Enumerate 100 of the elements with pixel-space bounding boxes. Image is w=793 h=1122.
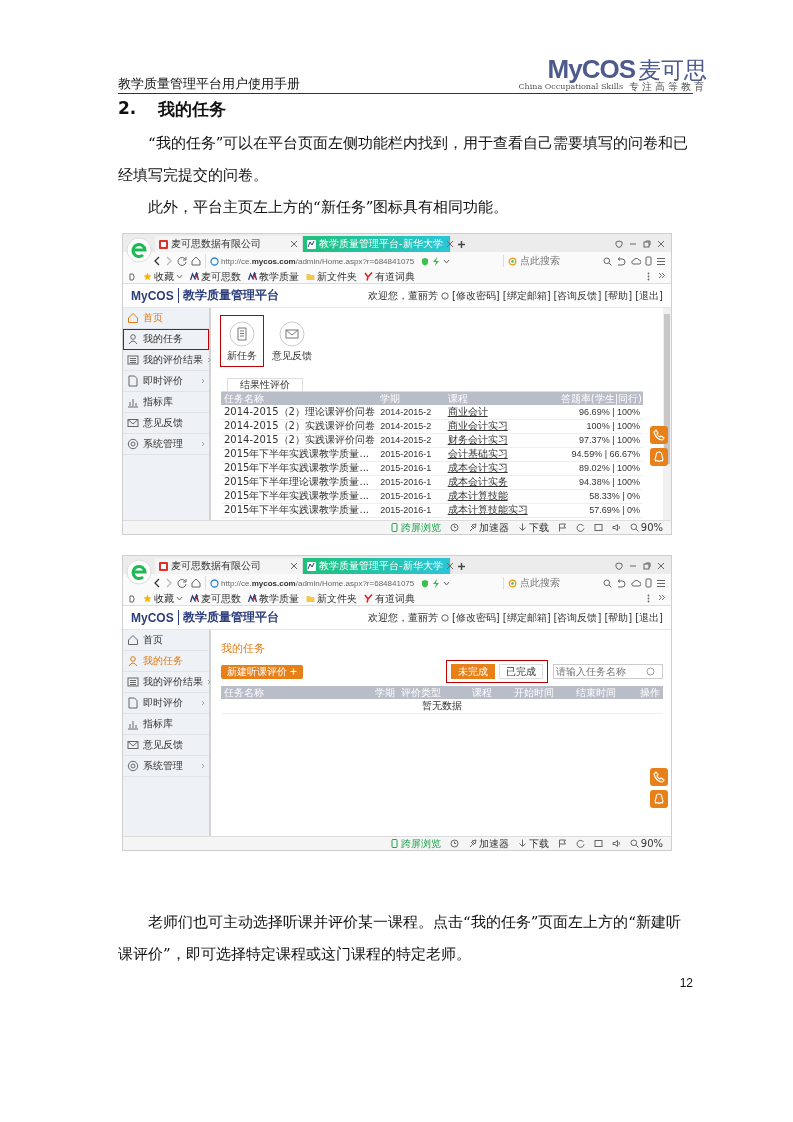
close-icon[interactable] <box>445 562 454 570</box>
sidebar-item[interactable]: 指标库 <box>123 392 209 413</box>
close-icon[interactable] <box>290 240 298 248</box>
plus-icon[interactable] <box>457 562 466 571</box>
browser-tab[interactable]: 麦可思数据有限公司 <box>155 236 303 252</box>
home-icon[interactable] <box>191 256 201 266</box>
sidebar-item[interactable]: 意见反馈 <box>123 413 209 434</box>
bookmark[interactable]: 新文件夹 <box>306 270 357 283</box>
back-icon[interactable] <box>153 578 161 588</box>
status-item[interactable]: 加速器 <box>467 521 509 534</box>
header-link[interactable]: [咨询反馈] <box>553 289 602 302</box>
phone-icon[interactable] <box>645 256 652 266</box>
plus-icon[interactable] <box>457 240 466 249</box>
course-link[interactable]: 成本会计实习 <box>447 462 508 473</box>
double-chevron-icon[interactable] <box>658 272 665 279</box>
refresh-icon[interactable] <box>575 523 585 532</box>
bookmark[interactable]: 麦可思数 <box>190 270 241 283</box>
sidebar-item[interactable]: 系统管理 <box>123 434 209 455</box>
shortcut-tile[interactable]: 意见反馈 <box>271 316 313 366</box>
speaker-icon[interactable] <box>611 839 621 848</box>
course-link[interactable]: 会计基础实习 <box>447 448 508 459</box>
sidebar-item[interactable]: 系统管理 <box>123 756 209 777</box>
more-icon[interactable] <box>647 272 650 281</box>
sidebar-item[interactable]: 即时评价 <box>123 693 209 714</box>
undo-icon[interactable] <box>616 578 626 588</box>
help-icon[interactable] <box>440 613 449 622</box>
course-link[interactable]: 商业会计 <box>447 405 488 417</box>
close-icon[interactable] <box>657 240 665 248</box>
header-link[interactable]: [退出] <box>635 611 663 624</box>
header-link[interactable]: [帮助] <box>604 289 633 302</box>
bookmark[interactable]: 有道词典 <box>364 592 415 605</box>
shortcut-tile[interactable]: 新任务 <box>221 316 263 366</box>
search-icon[interactable] <box>603 578 612 588</box>
search-field[interactable]: 请输入任务名称 <box>553 664 663 680</box>
header-link[interactable]: [帮助] <box>604 611 633 624</box>
bookmark[interactable]: 收藏 <box>143 592 183 605</box>
reload-icon[interactable] <box>177 578 187 588</box>
search-field[interactable]: 点此搜索 <box>520 577 596 589</box>
flag-icon[interactable] <box>557 839 567 848</box>
course-link[interactable]: 商业会计实习 <box>447 420 508 431</box>
bookmark[interactable]: 麦可思数 <box>190 592 241 605</box>
close-icon[interactable] <box>657 562 665 570</box>
bookmark[interactable]: 教学质量 <box>248 270 299 283</box>
status-item[interactable]: 加速器 <box>467 837 509 850</box>
search-icon[interactable] <box>603 256 612 266</box>
browser-tab[interactable]: 麦可思数据有限公司 <box>155 558 303 574</box>
course-link[interactable]: 成本计算技能实习 <box>447 504 528 515</box>
speaker-icon[interactable] <box>611 523 621 532</box>
sidebar-item[interactable]: 我的评价结果 <box>123 672 209 693</box>
close-icon[interactable] <box>445 240 454 248</box>
window-icon[interactable] <box>593 523 603 532</box>
shield-icon[interactable] <box>615 562 623 570</box>
cloud-icon[interactable] <box>630 579 641 587</box>
bookmark[interactable]: 教学质量 <box>248 592 299 605</box>
scrollbar[interactable] <box>663 308 671 520</box>
window-icon[interactable] <box>593 839 603 848</box>
header-link[interactable]: [绑定邮箱] <box>502 289 551 302</box>
bookmark[interactable]: 收藏 <box>143 270 183 283</box>
reload-icon[interactable] <box>177 256 187 266</box>
caret-icon[interactable] <box>443 580 451 586</box>
home-icon[interactable] <box>191 578 201 588</box>
refresh-icon[interactable] <box>575 839 585 848</box>
header-link[interactable]: [退出] <box>635 289 663 302</box>
panel-tab[interactable]: 结果性评价 <box>227 378 303 391</box>
bookmark[interactable]: 新文件夹 <box>306 592 357 605</box>
cloud-icon[interactable] <box>630 257 641 265</box>
close-icon[interactable] <box>290 562 298 570</box>
call-button[interactable] <box>650 768 668 786</box>
course-link[interactable]: 成本计算技能 <box>447 490 508 501</box>
sidebar-item[interactable]: 我的任务 <box>123 329 209 350</box>
header-link[interactable]: [咨询反馈] <box>553 611 602 624</box>
zoom-control[interactable]: 90% <box>629 521 663 534</box>
sidebar-item[interactable]: 即时评价 <box>123 371 209 392</box>
zoom-control[interactable]: 90% <box>629 837 663 850</box>
restore-icon[interactable] <box>643 562 651 570</box>
more-icon[interactable] <box>647 594 650 603</box>
search-field[interactable]: 点此搜索 <box>520 255 596 267</box>
sidebar-item[interactable]: 指标库 <box>123 714 209 735</box>
help-icon[interactable] <box>440 291 449 300</box>
call-button[interactable] <box>650 426 668 444</box>
menu-icon[interactable] <box>656 578 666 588</box>
chat-button[interactable] <box>650 790 668 808</box>
status-item[interactable]: 下载 <box>517 837 549 850</box>
status-item[interactable]: 下载 <box>517 521 549 534</box>
menu-icon[interactable] <box>656 256 666 266</box>
caret-icon[interactable] <box>443 258 451 264</box>
header-link[interactable]: [修改密码] <box>451 289 500 302</box>
undo-icon[interactable] <box>616 256 626 266</box>
back-icon[interactable] <box>153 256 161 266</box>
filter-tab[interactable]: 已完成 <box>499 664 543 680</box>
sidebar-item[interactable]: 意见反馈 <box>123 735 209 756</box>
double-chevron-icon[interactable] <box>658 594 665 601</box>
course-link[interactable]: 成本会计实务 <box>447 476 508 487</box>
flag-icon[interactable] <box>557 523 567 532</box>
header-link[interactable]: [修改密码] <box>451 611 500 624</box>
bookmark[interactable]: 有道词典 <box>364 270 415 283</box>
address-field[interactable]: http://ce.mycos.com/admin/Home.aspx?r=684841075 <box>205 576 418 590</box>
sidebar-item[interactable]: 我的评价结果 <box>123 350 209 371</box>
history-icon[interactable] <box>449 839 459 848</box>
header-link[interactable]: [绑定邮箱] <box>502 611 551 624</box>
